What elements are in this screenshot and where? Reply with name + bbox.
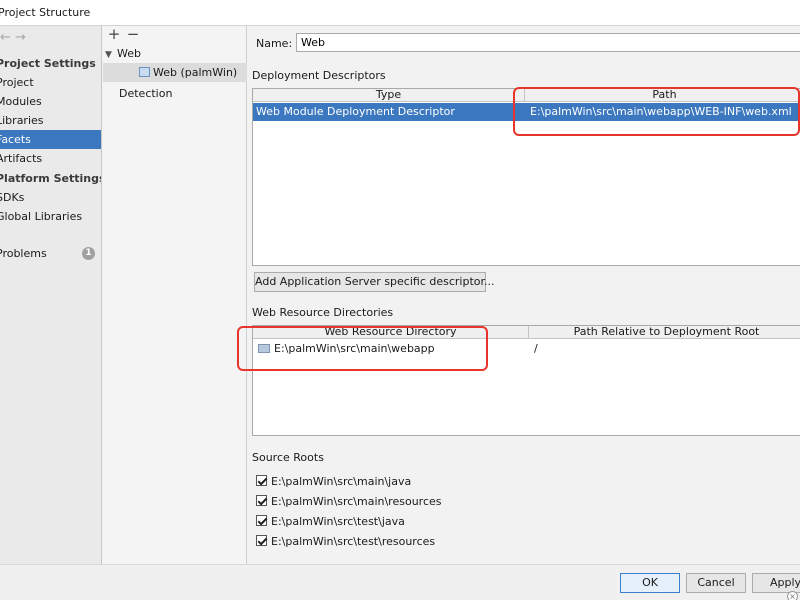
deployment-descriptors-label: Deployment Descriptors xyxy=(252,69,386,82)
sidebar-item-facets[interactable]: Facets xyxy=(0,130,101,149)
sidebar-header-platform-settings: Platform Settings xyxy=(0,172,102,185)
folder-icon xyxy=(258,344,270,353)
sidebar-item-libraries[interactable]: Libraries xyxy=(0,111,101,130)
add-server-descriptor-button[interactable]: Add Application Server specific descript… xyxy=(254,272,495,292)
add-facet-button[interactable]: + xyxy=(106,26,122,44)
column-header-relative-path[interactable]: Path Relative to Deployment Root xyxy=(529,326,800,339)
sidebar-item-problems[interactable]: Problems 1 xyxy=(0,244,101,263)
source-root-checkbox[interactable] xyxy=(256,475,267,486)
source-root-item[interactable]: E:\palmWin\src\test\resources xyxy=(256,533,435,551)
source-root-checkbox[interactable] xyxy=(256,515,267,526)
sidebar-header-project-settings: Project Settings xyxy=(0,57,96,70)
deployment-descriptors-table[interactable]: Type Path Web Module Deployment Descript… xyxy=(252,88,800,266)
sidebar-item-project[interactable]: Project xyxy=(0,73,101,92)
web-facet-icon xyxy=(139,67,150,77)
web-resource-directories-label: Web Resource Directories xyxy=(252,306,394,319)
ok-button[interactable]: OK xyxy=(620,573,680,593)
dialog-footer: OK Cancel Apply × xyxy=(0,564,800,600)
tree-node-web-group[interactable]: ▼ Web xyxy=(105,44,245,63)
close-icon[interactable]: × xyxy=(787,591,798,600)
title-bar: Project Structure xyxy=(0,0,800,26)
cancel-button[interactable]: Cancel xyxy=(686,573,746,593)
sidebar-item-modules[interactable]: Modules xyxy=(0,92,101,111)
source-root-item[interactable]: E:\palmWin\src\main\resources xyxy=(256,493,442,511)
source-root-item[interactable]: E:\palmWin\src\test\java xyxy=(256,513,405,531)
source-root-checkbox[interactable] xyxy=(256,495,267,506)
apply-button[interactable]: Apply xyxy=(752,573,800,593)
facet-settings-pane: Name: Deployment Descriptors Type Path W… xyxy=(248,26,800,564)
facet-name-input[interactable] xyxy=(296,33,800,52)
sidebar-item-artifacts[interactable]: Artifacts xyxy=(0,149,101,168)
source-root-item[interactable]: E:\palmWin\src\main\java xyxy=(256,473,411,491)
web-resource-directory-cell: E:\palmWin\src\main\webapp xyxy=(274,342,435,355)
name-label: Name: xyxy=(256,37,293,50)
source-roots-label: Source Roots xyxy=(252,451,324,464)
column-header-path[interactable]: Path xyxy=(525,89,800,102)
tree-node-web-palmwin[interactable]: Web (palmWin) xyxy=(103,63,247,82)
window-title: Project Structure xyxy=(0,6,91,19)
facet-tree-panel: + − ▼ Web Web (palmWin) Detection xyxy=(103,26,247,564)
web-resource-directories-table[interactable]: Web Resource Directory Path Relative to … xyxy=(252,325,800,436)
settings-sidebar: ← → Project Settings Project Modules Lib… xyxy=(0,26,102,564)
problems-count-badge: 1 xyxy=(82,247,95,260)
footer-faint-text xyxy=(6,593,9,600)
remove-facet-button[interactable]: − xyxy=(125,26,141,44)
column-header-type[interactable]: Type xyxy=(253,89,525,102)
descriptor-path-cell: E:\palmWin\src\main\webapp\WEB-INF\web.x… xyxy=(530,105,792,118)
descriptor-type-cell: Web Module Deployment Descriptor xyxy=(256,105,455,118)
back-forward-arrows-icon[interactable]: ← → xyxy=(0,30,26,45)
source-root-checkbox[interactable] xyxy=(256,535,267,546)
tree-node-detection[interactable]: Detection xyxy=(119,84,172,103)
table-row[interactable]: Web Module Deployment Descriptor E:\palm… xyxy=(253,103,800,121)
tree-toolbar: + − xyxy=(103,26,247,45)
column-header-web-resource-directory[interactable]: Web Resource Directory xyxy=(253,326,529,339)
sidebar-item-sdks[interactable]: SDKs xyxy=(0,188,101,207)
table-row[interactable]: E:\palmWin\src\main\webapp xyxy=(255,340,527,358)
relative-path-cell[interactable]: / xyxy=(531,340,800,358)
sidebar-item-global-libraries[interactable]: Global Libraries xyxy=(0,207,101,226)
